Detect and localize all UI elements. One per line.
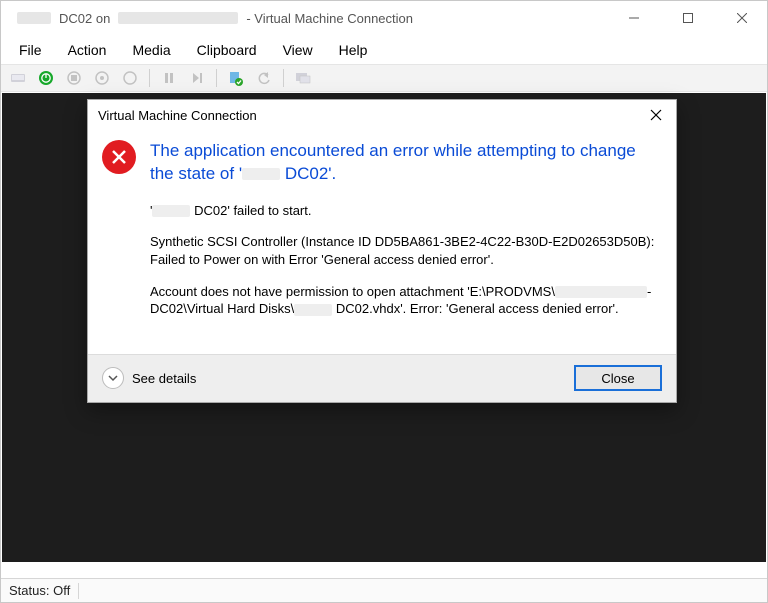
- toolbar-separator-2: [216, 69, 217, 87]
- window-title-mid: DC02 on: [59, 11, 110, 26]
- headline-redacted: [242, 168, 280, 180]
- window-title-tail: - Virtual Machine Connection: [246, 11, 413, 26]
- dialog-paragraph-1: ' DC02' failed to start.: [150, 202, 658, 220]
- error-icon: [102, 140, 136, 332]
- chevron-down-icon: [102, 367, 124, 389]
- checkpoint-button[interactable]: [225, 67, 247, 89]
- error-dialog: Virtual Machine Connection The applicati…: [87, 99, 677, 403]
- maximize-button[interactable]: [665, 3, 711, 33]
- menu-action[interactable]: Action: [56, 38, 119, 62]
- title-redacted-2: [118, 12, 238, 24]
- titlebar: DC02 on - Virtual Machine Connection: [1, 1, 767, 35]
- close-button[interactable]: Close: [574, 365, 662, 391]
- save-icon: [119, 67, 141, 89]
- toolbar: [1, 64, 767, 92]
- pause-icon: [158, 67, 180, 89]
- turn-off-icon: [63, 67, 85, 89]
- statusbar: Status: Off: [1, 578, 767, 602]
- see-details-label: See details: [132, 371, 196, 386]
- para3-redacted-2: [294, 304, 332, 316]
- para3-redacted-1: [555, 286, 647, 298]
- dialog-footer: See details Close: [88, 354, 676, 402]
- menu-help[interactable]: Help: [327, 38, 380, 62]
- title-redacted-1: [17, 12, 51, 24]
- menu-file[interactable]: File: [7, 38, 54, 62]
- ctrl-alt-del-icon: [7, 67, 29, 89]
- reset-icon: [186, 67, 208, 89]
- start-button[interactable]: [35, 67, 57, 89]
- close-window-button[interactable]: [719, 3, 765, 33]
- minimize-button[interactable]: [611, 3, 657, 33]
- menu-clipboard[interactable]: Clipboard: [185, 38, 269, 62]
- see-details-toggle[interactable]: See details: [102, 367, 196, 389]
- dialog-paragraph-3: Account does not have permission to open…: [150, 283, 658, 318]
- status-label: Status: Off: [9, 583, 79, 599]
- toolbar-separator: [149, 69, 150, 87]
- para1-redacted: [152, 205, 190, 217]
- menubar: File Action Media Clipboard View Help: [1, 35, 767, 64]
- dialog-headline: The application encountered an error whi…: [150, 140, 658, 186]
- toolbar-separator-3: [283, 69, 284, 87]
- dialog-paragraph-2: Synthetic SCSI Controller (Instance ID D…: [150, 233, 658, 268]
- menu-media[interactable]: Media: [120, 38, 182, 62]
- revert-icon: [253, 67, 275, 89]
- dialog-title: Virtual Machine Connection: [98, 108, 257, 123]
- dialog-text: The application encountered an error whi…: [150, 140, 658, 332]
- dialog-close-button[interactable]: [644, 103, 668, 127]
- shutdown-icon: [91, 67, 113, 89]
- dialog-titlebar: Virtual Machine Connection: [88, 100, 676, 130]
- enhanced-session-icon: [292, 67, 314, 89]
- menu-view[interactable]: View: [271, 38, 325, 62]
